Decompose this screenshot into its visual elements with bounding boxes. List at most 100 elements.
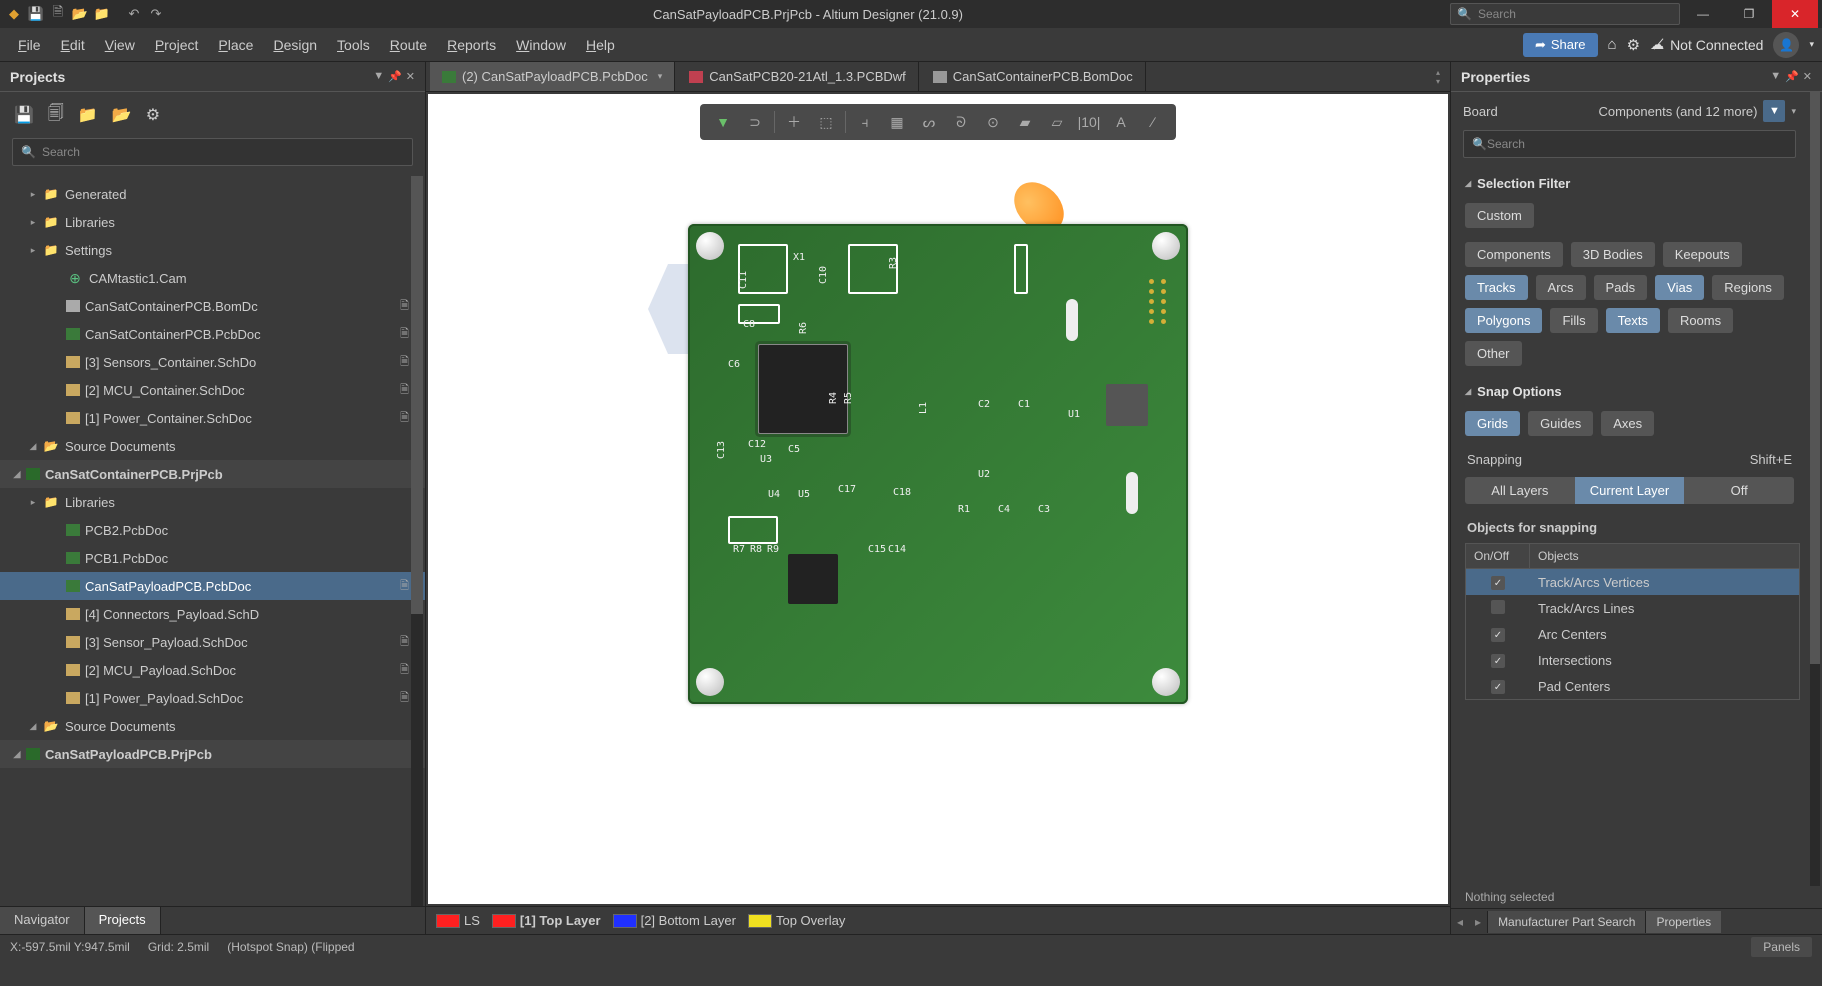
checkbox[interactable] bbox=[1491, 576, 1505, 590]
designator[interactable]: R1 bbox=[958, 504, 970, 515]
place-cross-icon[interactable]: ＋ bbox=[779, 108, 809, 136]
snap-object-row[interactable]: Track/Arcs Lines bbox=[1466, 595, 1799, 621]
layer-tab[interactable]: [2] Bottom Layer bbox=[613, 913, 736, 929]
filter-chip-arcs[interactable]: Arcs bbox=[1536, 275, 1586, 300]
tree-folder[interactable]: ◢📂Source Documents bbox=[0, 432, 425, 460]
gear-icon[interactable]: ⚙ bbox=[1627, 36, 1640, 54]
open-folder-icon[interactable]: 📂 bbox=[70, 4, 90, 24]
snap-chip-axes[interactable]: Axes bbox=[1601, 411, 1654, 436]
project-options-icon[interactable]: ⚙ bbox=[146, 105, 160, 125]
tree-schdoc[interactable]: [2] MCU_Container.SchDoc🗎 bbox=[0, 376, 425, 404]
designator[interactable]: C10 bbox=[818, 266, 829, 284]
component-ic[interactable] bbox=[788, 554, 838, 604]
checkbox[interactable] bbox=[1491, 628, 1505, 642]
snap-object-row[interactable]: Arc Centers bbox=[1466, 621, 1799, 647]
pcb-canvas[interactable]: ▼ ⊃ ＋ ⬚ ⫞ ▦ ᔕ ᘐ ⊙ ▰ ▱ |10| A ∕ bbox=[428, 94, 1448, 904]
designator[interactable]: U4 bbox=[768, 489, 780, 500]
filter-chip-fills[interactable]: Fills bbox=[1550, 308, 1597, 333]
via-icon[interactable]: ⊙ bbox=[978, 108, 1008, 136]
designator[interactable]: R9 bbox=[767, 544, 779, 555]
panel-pin-icon[interactable]: 📌 bbox=[1785, 70, 1799, 83]
snap-chip-grids[interactable]: Grids bbox=[1465, 411, 1520, 436]
designator[interactable]: U2 bbox=[978, 469, 990, 480]
layer-tab[interactable]: [1] Top Layer bbox=[492, 913, 601, 929]
footprint[interactable] bbox=[1014, 244, 1028, 294]
filter-chip-pads[interactable]: Pads bbox=[1594, 275, 1648, 300]
section-snap-options[interactable]: Snap Options bbox=[1451, 376, 1808, 407]
tab-scroll-buttons[interactable]: ▴▾ bbox=[1430, 62, 1446, 91]
designator[interactable]: R7 bbox=[733, 544, 745, 555]
snap-object-row[interactable]: Intersections bbox=[1466, 647, 1799, 673]
menu-view[interactable]: View bbox=[95, 33, 145, 57]
doc-tab[interactable]: CanSatPCB20-21Atl_1.3.PCBDwf bbox=[677, 62, 919, 91]
tree-folder-closed[interactable]: ▸📁Settings bbox=[0, 236, 425, 264]
redo-icon[interactable]: ↷ bbox=[146, 4, 166, 24]
projects-search-input[interactable]: 🔍 Search bbox=[12, 138, 413, 166]
panels-button[interactable]: Panels bbox=[1751, 937, 1812, 957]
designator[interactable]: R5 bbox=[843, 392, 854, 404]
designator[interactable]: C2 bbox=[978, 399, 990, 410]
tree-schdoc[interactable]: [3] Sensor_Payload.SchDoc🗎 bbox=[0, 628, 425, 656]
filter-chip-other[interactable]: Other bbox=[1465, 341, 1522, 366]
footprint[interactable] bbox=[728, 516, 778, 544]
designator[interactable]: C11 bbox=[738, 271, 749, 289]
compile-icon[interactable]: 🗐 bbox=[48, 102, 64, 129]
filter-chip-texts[interactable]: Texts bbox=[1606, 308, 1660, 333]
polygon-icon[interactable]: ▰ bbox=[1010, 108, 1040, 136]
tree-folder-closed[interactable]: ▸📁Libraries bbox=[0, 208, 425, 236]
layer-tab[interactable]: Top Overlay bbox=[748, 913, 845, 929]
designator[interactable]: R4 bbox=[828, 392, 839, 404]
tab-projects[interactable]: Projects bbox=[85, 907, 161, 934]
tree-schdoc[interactable]: [1] Power_Container.SchDoc🗎 bbox=[0, 404, 425, 432]
designator[interactable]: R3 bbox=[888, 257, 899, 269]
route-icon[interactable]: ᔕ bbox=[914, 108, 944, 136]
designator[interactable]: C6 bbox=[728, 359, 740, 370]
component-ic[interactable] bbox=[1106, 384, 1148, 426]
snap-object-row[interactable]: Track/Arcs Vertices bbox=[1466, 569, 1799, 595]
home-icon[interactable]: ⌂ bbox=[1608, 36, 1617, 53]
tree-schdoc[interactable]: [4] Connectors_Payload.SchD bbox=[0, 600, 425, 628]
tree-pcbdoc[interactable]: CanSatPayloadPCB.PcbDoc🗎 bbox=[0, 572, 425, 600]
dropdown-icon[interactable]: ▾ bbox=[1791, 106, 1796, 117]
open-icon[interactable]: 📁 bbox=[92, 4, 112, 24]
filter-chip-components[interactable]: Components bbox=[1465, 242, 1563, 267]
designator[interactable]: X1 bbox=[793, 252, 805, 263]
scrollbar-thumb[interactable] bbox=[1810, 92, 1820, 664]
projects-tree[interactable]: ▸📁Generated▸📁Libraries▸📁Settings⊕CAMtast… bbox=[0, 176, 425, 906]
designator[interactable]: C5 bbox=[788, 444, 800, 455]
designator[interactable]: C17 bbox=[838, 484, 856, 495]
designator[interactable]: C13 bbox=[716, 441, 727, 459]
designator[interactable]: C18 bbox=[893, 487, 911, 498]
panel-dropdown-icon[interactable]: ▼ bbox=[1770, 70, 1781, 83]
tree-schdoc[interactable]: [1] Power_Payload.SchDoc🗎 bbox=[0, 684, 425, 712]
tree-folder[interactable]: ◢📂Source Documents bbox=[0, 712, 425, 740]
checkbox[interactable] bbox=[1491, 600, 1505, 614]
cloud-status[interactable]: ☁̸ Not Connected bbox=[1650, 36, 1763, 53]
filter-chip-custom[interactable]: Custom bbox=[1465, 203, 1534, 228]
snap-object-row[interactable]: Pad Centers bbox=[1466, 673, 1799, 699]
menu-place[interactable]: Place bbox=[208, 33, 263, 57]
tree-folder-closed[interactable]: ▸📁Generated bbox=[0, 180, 425, 208]
checkbox[interactable] bbox=[1491, 654, 1505, 668]
panel-pin-icon[interactable]: 📌 bbox=[388, 70, 402, 83]
filter-toggle-icon[interactable]: ▼ bbox=[1763, 100, 1785, 122]
add-doc-icon[interactable]: 📂 bbox=[112, 105, 132, 125]
designator[interactable]: C1 bbox=[1018, 399, 1030, 410]
snap-layer-seg[interactable]: Current Layer bbox=[1575, 477, 1685, 504]
filter-chip-tracks[interactable]: Tracks bbox=[1465, 275, 1528, 300]
filter-icon[interactable]: ▼ bbox=[708, 108, 738, 136]
close-button[interactable]: ✕ bbox=[1772, 0, 1818, 28]
snap-layer-seg[interactable]: All Layers bbox=[1465, 477, 1575, 504]
tree-schdoc[interactable]: [2] MCU_Payload.SchDoc🗎 bbox=[0, 656, 425, 684]
section-selection-filter[interactable]: Selection Filter bbox=[1451, 168, 1808, 199]
tab-navigator[interactable]: Navigator bbox=[0, 907, 85, 934]
global-search-input[interactable]: 🔍 Search bbox=[1450, 3, 1680, 25]
diff-pair-icon[interactable]: ᘐ bbox=[946, 108, 976, 136]
menu-reports[interactable]: Reports bbox=[437, 33, 506, 57]
designator[interactable]: C8 bbox=[743, 319, 755, 330]
scrollbar-thumb[interactable] bbox=[411, 176, 423, 614]
filter-chip-vias[interactable]: Vias bbox=[1655, 275, 1704, 300]
text-icon[interactable]: A bbox=[1106, 108, 1136, 136]
selection-scope-combo[interactable]: Components (and 12 more) bbox=[1598, 104, 1757, 119]
dimension-icon[interactable]: |10| bbox=[1074, 108, 1104, 136]
